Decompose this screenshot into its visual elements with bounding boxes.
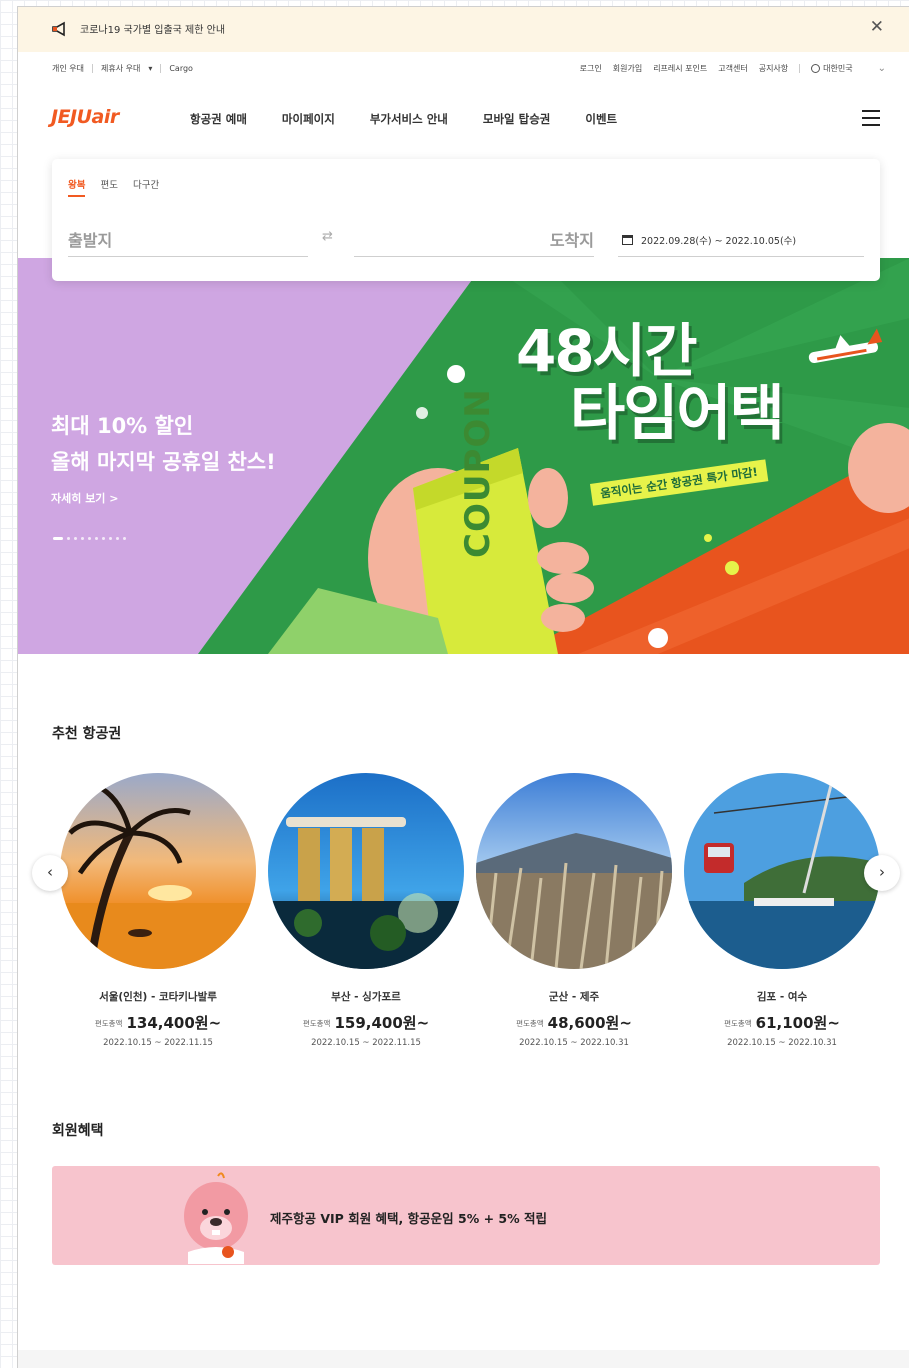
date-range: 2022.10.15 ~ 2022.10.31 xyxy=(519,1038,629,1048)
price-label: 편도총액 xyxy=(302,1019,331,1028)
ticket-card[interactable]: 김포 - 여수 편도총액 61,100원~ 2022.10.15 ~ 2022.1… xyxy=(684,773,880,1048)
slide-dot[interactable] xyxy=(116,537,119,540)
util-link-personal[interactable]: 개인 우대 xyxy=(52,63,84,74)
slide-dot[interactable] xyxy=(74,537,77,540)
benefit-text: 제주항공 VIP 회원 혜택, 항공운임 5% + 5% 적립 xyxy=(270,1211,547,1226)
price-value: 159,400원~ xyxy=(334,1014,430,1032)
date-range: 2022.09.28(수) ~ 2022.10.05(수) xyxy=(641,236,797,247)
ticket-card[interactable]: 부산 - 싱가포르 편도총액 159,400원~ 2022.10.15 ~ 202… xyxy=(268,773,464,1048)
hero-banner[interactable]: 최대 10% 할인 올해 마지막 공휴일 찬스! 자세히 보기 > 48시간 타… xyxy=(18,258,909,654)
destination-image-kota-kinabalu xyxy=(60,773,256,969)
global-nav: JEJUair 항공권 예매 마이페이지 부가서비스 안내 모바일 탑승권 이벤… xyxy=(18,97,909,137)
calendar-icon xyxy=(622,235,633,245)
globe-icon xyxy=(811,64,821,73)
arrow-right-icon[interactable]: › xyxy=(864,855,900,891)
price-line: 편도총액 61,100원~ xyxy=(684,1012,880,1033)
logo[interactable]: JEJUair xyxy=(51,106,119,128)
language-selector[interactable]: 대한민국 xyxy=(811,63,853,74)
customer-center-link[interactable]: 고객센터 xyxy=(718,63,747,74)
price-value: 134,400원~ xyxy=(126,1014,222,1032)
slide-dot[interactable] xyxy=(88,537,91,540)
mascot-icon xyxy=(184,1172,248,1264)
price-value: 61,100원~ xyxy=(755,1014,840,1032)
main-menu: 항공권 예매 마이페이지 부가서비스 안내 모바일 탑승권 이벤트 xyxy=(190,111,617,127)
slide-indicator[interactable] xyxy=(53,537,126,540)
close-icon[interactable]: ✕ xyxy=(870,19,884,36)
coupon-label: COUPON xyxy=(458,388,498,558)
hero-headline-1: 최대 10% 할인 xyxy=(51,414,194,438)
route-label: 군산 - 제주 xyxy=(548,991,600,1003)
hamburger-icon[interactable] xyxy=(862,110,880,126)
page: 코로나19 국가별 입출국 제한 안내 ✕ 개인 우대 제휴사 우대 ▾ Car… xyxy=(17,6,909,1368)
destination-image-jeju xyxy=(476,773,672,969)
trip-type-tabs: 왕복 편도 다구간 xyxy=(68,177,159,197)
date-range: 2022.10.15 ~ 2022.11.15 xyxy=(311,1038,421,1048)
login-link[interactable]: 로그인 xyxy=(580,63,602,74)
destination-image-yeosu xyxy=(684,773,880,969)
slide-dot[interactable] xyxy=(123,537,126,540)
nav-item-events[interactable]: 이벤트 xyxy=(585,111,617,127)
benefit-banner[interactable]: 제주항공 VIP 회원 혜택, 항공운임 5% + 5% 적립 xyxy=(52,1166,880,1265)
hero-headline-2: 올해 마지막 공휴일 찬스! xyxy=(51,450,276,474)
slide-dot[interactable] xyxy=(109,537,112,540)
megaphone-icon xyxy=(52,21,65,37)
swap-icon[interactable]: ⇄ xyxy=(322,229,333,244)
section-title-recommend: 추천 항공권 xyxy=(52,726,122,742)
tab-one-way[interactable]: 편도 xyxy=(100,177,117,197)
slide-dot[interactable] xyxy=(81,537,84,540)
utility-bar: 개인 우대 제휴사 우대 ▾ Cargo 로그인 회원가입 리프레시 포인트 고… xyxy=(18,57,909,79)
notice-text[interactable]: 코로나19 국가별 입출국 제한 안내 xyxy=(80,21,225,36)
date-field[interactable]: 2022.09.28(수) ~ 2022.10.05(수) xyxy=(618,221,864,257)
tab-multi-city[interactable]: 다구간 xyxy=(133,177,159,197)
price-line: 편도총액 134,400원~ xyxy=(60,1012,256,1033)
price-label: 편도총액 xyxy=(724,1019,752,1028)
route-label: 부산 - 싱가포르 xyxy=(331,991,401,1003)
chevron-down-icon[interactable]: ▾ xyxy=(148,64,152,73)
ticket-card[interactable]: 서울(인천) - 코타키나발루 편도총액 134,400원~ 2022.10.15… xyxy=(60,773,256,1048)
ticket-card[interactable]: 군산 - 제주 편도총액 48,600원~ 2022.10.15 ~ 2022.1… xyxy=(476,773,672,1048)
util-link-cargo[interactable]: Cargo xyxy=(169,64,193,73)
recommend-carousel: 서울(인천) - 코타키나발루 편도총액 134,400원~ 2022.10.15… xyxy=(18,773,909,1053)
chevron-down-icon[interactable]: ⌄ xyxy=(878,63,886,74)
date-range: 2022.10.15 ~ 2022.10.31 xyxy=(727,1038,837,1048)
hero-copy: 최대 10% 할인 올해 마지막 공휴일 찬스! 자세히 보기 > xyxy=(51,408,276,506)
date-range: 2022.10.15 ~ 2022.11.15 xyxy=(103,1038,213,1048)
slide-dot-active[interactable] xyxy=(53,537,63,540)
hero-more-link[interactable]: 자세히 보기 > xyxy=(51,490,276,506)
route-label: 서울(인천) - 코타키나발루 xyxy=(99,991,217,1003)
nav-item-booking[interactable]: 항공권 예매 xyxy=(190,111,247,127)
price-label: 편도총액 xyxy=(516,1019,544,1028)
notice-bar: 코로나19 국가별 입출국 제한 안내 ✕ xyxy=(18,7,909,52)
refresh-point-link[interactable]: 리프레시 포인트 xyxy=(653,63,707,74)
booking-widget: 왕복 편도 다구간 출발지 ⇄ 도착지 2022.09.28(수) ~ 2022… xyxy=(52,159,880,281)
departure-field[interactable]: 출발지 xyxy=(68,221,308,257)
footer-strip xyxy=(18,1350,909,1368)
section-title-benefit: 회원혜택 xyxy=(52,1123,104,1139)
notice-link[interactable]: 공지사항 xyxy=(759,63,788,74)
signup-link[interactable]: 회원가입 xyxy=(613,63,642,74)
nav-item-mobile-pass[interactable]: 모바일 탑승권 xyxy=(483,111,550,127)
tab-round-trip[interactable]: 왕복 xyxy=(68,177,86,197)
slide-dot[interactable] xyxy=(67,537,70,540)
divider xyxy=(160,64,162,73)
price-value: 48,600원~ xyxy=(547,1014,632,1032)
slide-dot[interactable] xyxy=(102,537,105,540)
route-label: 김포 - 여수 xyxy=(756,991,808,1003)
language-label: 대한민국 xyxy=(823,64,853,73)
divider xyxy=(91,64,93,73)
slide-dot[interactable] xyxy=(95,537,98,540)
destination-image-singapore xyxy=(268,773,464,969)
nav-item-mypage[interactable]: 마이페이지 xyxy=(282,111,335,127)
hero-title-2: 타임어택 xyxy=(570,379,785,449)
price-line: 편도총액 48,600원~ xyxy=(476,1012,672,1033)
price-line: 편도총액 159,400원~ xyxy=(268,1012,464,1033)
divider xyxy=(799,64,801,73)
arrow-left-icon[interactable]: ‹ xyxy=(32,855,68,891)
nav-item-services[interactable]: 부가서비스 안내 xyxy=(370,111,448,127)
util-link-partner[interactable]: 제휴사 우대 xyxy=(101,63,140,74)
arrival-field[interactable]: 도착지 xyxy=(354,221,594,257)
price-label: 편도총액 xyxy=(94,1019,123,1028)
hero-title-1: 48시간 xyxy=(516,317,697,385)
